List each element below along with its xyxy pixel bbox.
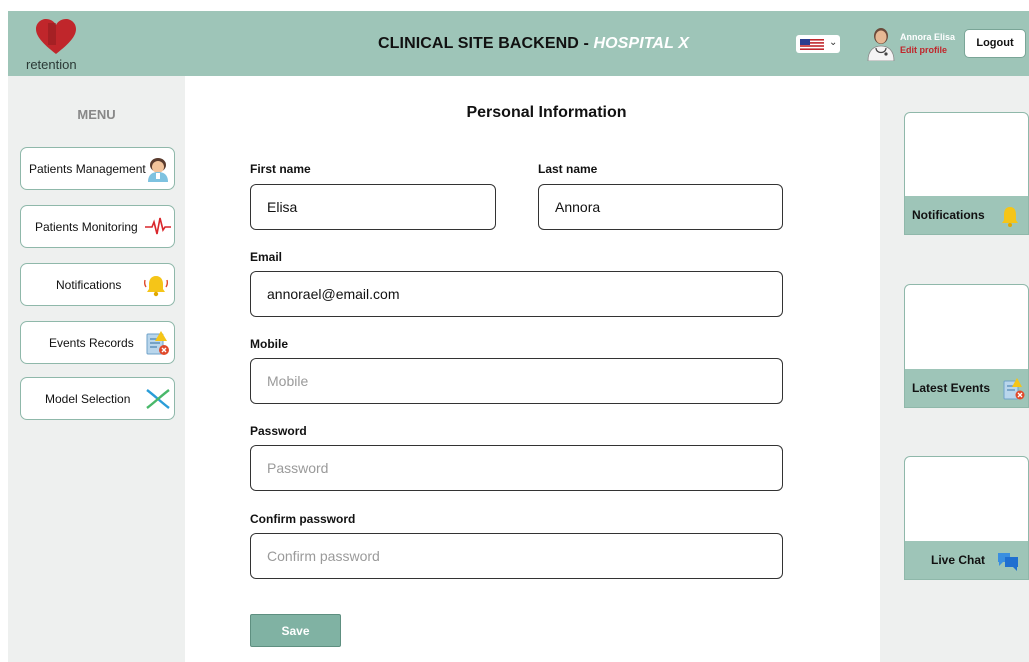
first-name-field[interactable] xyxy=(250,184,496,230)
mobile-label: Mobile xyxy=(250,337,288,351)
app-window: retention CLINICAL SITE BACKEND - HOSPIT… xyxy=(8,11,1029,662)
sidebar-item-patients-monitoring[interactable]: Patients Monitoring xyxy=(20,205,175,248)
card-label: Latest Events xyxy=(912,381,991,395)
card-label: Notifications xyxy=(912,208,985,222)
heart-logo-icon xyxy=(36,19,76,54)
logout-button[interactable]: Logout xyxy=(964,29,1026,58)
last-name-label: Last name xyxy=(538,162,598,176)
last-name-field[interactable] xyxy=(538,184,783,230)
event-list-icon xyxy=(146,331,169,355)
sidebar-item-label: Patients Monitoring xyxy=(35,220,138,234)
sidebar-item-patients-management[interactable]: Patients Management xyxy=(20,147,175,190)
us-flag-icon xyxy=(800,39,824,50)
menu-title: MENU xyxy=(77,107,116,122)
page-title: CLINICAL SITE BACKEND - HOSPITAL X xyxy=(378,35,689,53)
event-list-icon xyxy=(1003,378,1025,400)
card-footer: Latest Events xyxy=(905,369,1028,407)
mobile-field[interactable] xyxy=(250,358,783,404)
bell-icon xyxy=(1002,207,1018,227)
personal-information-panel: Personal Information First name Last nam… xyxy=(185,76,880,662)
chevron-down-icon: ⌄ xyxy=(829,37,838,48)
email-field[interactable] xyxy=(250,271,783,317)
model-cross-icon xyxy=(146,389,170,409)
bell-icon xyxy=(143,276,169,297)
card-label: Live Chat xyxy=(931,553,986,567)
latest-events-card[interactable]: Latest Events xyxy=(904,284,1029,408)
confirm-password-field[interactable] xyxy=(250,533,783,579)
top-header: retention CLINICAL SITE BACKEND - HOSPIT… xyxy=(8,11,1029,76)
retention-logo[interactable]: retention xyxy=(24,19,84,72)
sidebar-item-label: Events Records xyxy=(49,336,134,350)
doctor-avatar[interactable] xyxy=(866,25,896,61)
confirm-password-label: Confirm password xyxy=(250,512,356,526)
language-selector[interactable]: ⌄ xyxy=(796,35,840,53)
sidebar-item-model-selection[interactable]: Model Selection xyxy=(20,377,175,420)
edit-profile-link[interactable]: Edit profile xyxy=(900,45,947,55)
live-chat-card[interactable]: Live Chat xyxy=(904,456,1029,580)
hospital-name: HOSPITAL X xyxy=(593,35,689,52)
password-label: Password xyxy=(250,424,307,438)
first-name-label: First name xyxy=(250,162,311,176)
doctor-icon xyxy=(148,158,168,182)
notifications-card[interactable]: Notifications xyxy=(904,112,1029,235)
sidebar-item-events-records[interactable]: Events Records xyxy=(20,321,175,364)
password-field[interactable] xyxy=(250,445,783,491)
sidebar-item-notifications[interactable]: Notifications xyxy=(20,263,175,306)
sidebar-item-label: Patients Management xyxy=(29,162,146,176)
sidebar-item-label: Notifications xyxy=(56,278,122,292)
title-text: CLINICAL SITE BACKEND - xyxy=(378,35,594,52)
user-name: Annora Elisa xyxy=(900,32,956,42)
chat-icon xyxy=(998,553,1018,571)
save-button[interactable]: Save xyxy=(250,614,341,647)
heartbeat-icon xyxy=(145,217,171,235)
logo-text: retention xyxy=(26,57,77,72)
card-footer: Notifications xyxy=(905,196,1028,234)
sidebar-item-label: Model Selection xyxy=(45,392,131,406)
card-footer: Live Chat xyxy=(905,541,1028,579)
email-label: Email xyxy=(250,250,283,264)
form-title: Personal Information xyxy=(466,104,627,121)
